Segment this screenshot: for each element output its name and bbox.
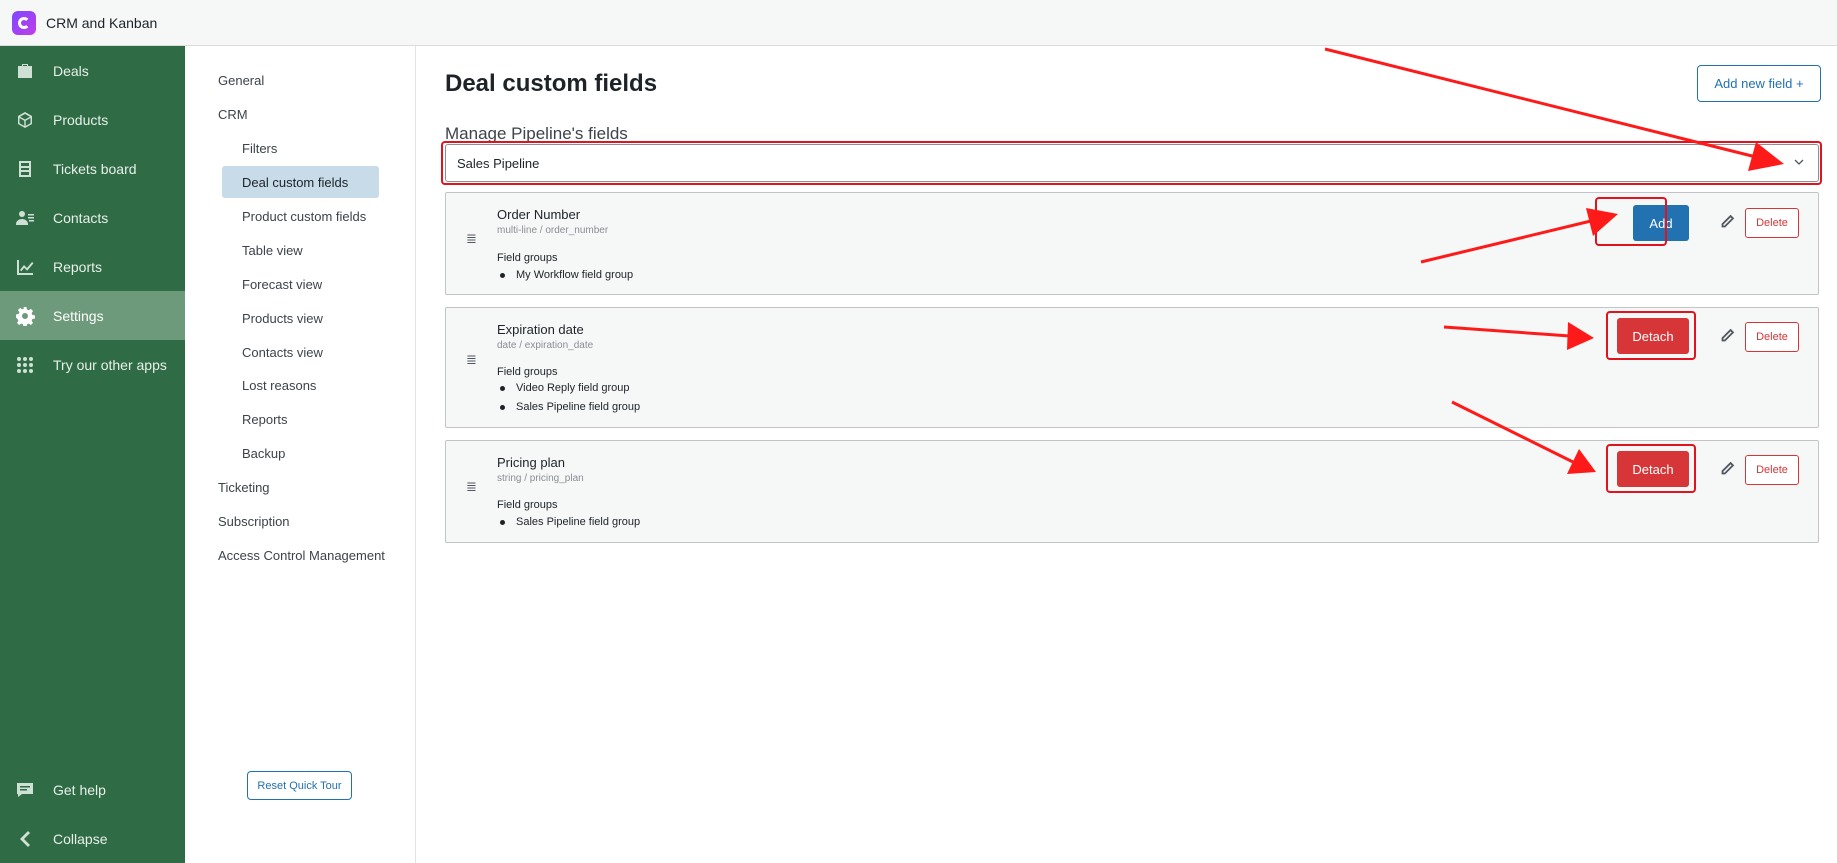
top-bar: CRM and Kanban (0, 0, 1837, 46)
chat-icon (14, 779, 36, 801)
delete-button[interactable]: Delete (1745, 208, 1799, 238)
subnav-subscription[interactable]: Subscription (218, 514, 290, 529)
subnav-ticketing[interactable]: Ticketing (218, 480, 270, 495)
subnav-products-view[interactable]: Products view (242, 311, 323, 326)
chart-icon (14, 256, 36, 278)
subnav-filters[interactable]: Filters (242, 141, 277, 156)
sidebar-item-label: Settings (53, 307, 104, 324)
sidebar-item-label: Get help (53, 781, 106, 798)
pencil-icon[interactable] (1718, 327, 1736, 345)
subnav-lost-reasons[interactable]: Lost reasons (242, 378, 316, 393)
field-group-item: Video Reply field group (500, 382, 630, 394)
sidebar-item-label: Reports (53, 258, 103, 275)
main-sidebar: Deals Products Tickets board Contacts Re… (0, 46, 185, 863)
sidebar-item-get-help[interactable]: Get help (0, 765, 185, 814)
field-name: Expiration date (497, 322, 584, 337)
pencil-icon[interactable] (1718, 460, 1736, 478)
pencil-icon[interactable] (1718, 213, 1736, 231)
field-card: ≣ Order Number multi-line / order_number… (445, 192, 1819, 295)
pipeline-select[interactable]: Sales Pipeline (445, 144, 1819, 182)
app-title: CRM and Kanban (46, 14, 158, 31)
cube-icon (14, 109, 36, 131)
field-name: Pricing plan (497, 455, 565, 470)
field-meta: multi-line / order_number (497, 225, 609, 236)
detach-button[interactable]: Detach (1617, 318, 1689, 354)
sidebar-item-label: Contacts (53, 209, 109, 226)
delete-button[interactable]: Delete (1745, 455, 1799, 485)
subnav-crm[interactable]: CRM (218, 107, 248, 122)
subnav-product-custom-fields[interactable]: Product custom fields (242, 209, 366, 224)
sidebar-item-label: Tickets board (53, 160, 137, 177)
subnav-backup[interactable]: Backup (242, 446, 285, 461)
sidebar-item-label: Try our other apps (53, 356, 167, 373)
field-name: Order Number (497, 207, 581, 222)
chevron-left-icon (14, 828, 36, 850)
field-card: ≣ Pricing plan string / pricing_plan Fie… (445, 440, 1819, 543)
sidebar-item-label: Collapse (53, 830, 108, 847)
field-group-item: Sales Pipeline field group (499, 401, 641, 413)
field-group-item: My Workflow field group (499, 269, 634, 281)
sidebar-item-label: Products (53, 111, 109, 128)
detach-button[interactable]: Detach (1617, 451, 1689, 487)
field-meta: date / expiration_date (497, 340, 594, 351)
subnav-forecast-view[interactable]: Forecast view (242, 277, 322, 292)
sidebar-item-reports[interactable]: Reports (0, 242, 185, 291)
inbox-icon (14, 158, 36, 180)
drag-handle-icon[interactable]: ≣ (466, 352, 477, 368)
subnav-access-control[interactable]: Access Control Management (218, 548, 385, 563)
briefcase-icon (14, 60, 36, 82)
sidebar-item-try-other-apps[interactable]: Try our other apps (0, 340, 185, 389)
subnav-deal-custom-fields[interactable]: Deal custom fields (242, 175, 348, 190)
main-content: Deal custom fields Add new field + Manag… (416, 46, 1837, 863)
contacts-icon (14, 207, 36, 229)
chevron-down-icon (1794, 159, 1804, 165)
sidebar-item-collapse[interactable]: Collapse (0, 814, 185, 863)
subnav-table-view[interactable]: Table view (242, 243, 303, 258)
grid-icon (14, 354, 36, 376)
sidebar-item-label: Deals (53, 62, 89, 79)
sidebar-item-deals[interactable]: Deals (0, 46, 185, 95)
sidebar-item-tickets-board[interactable]: Tickets board (0, 144, 185, 193)
pipeline-select-value: Sales Pipeline (457, 155, 540, 171)
drag-handle-icon[interactable]: ≣ (466, 231, 477, 247)
drag-handle-icon[interactable]: ≣ (466, 479, 477, 495)
gear-icon (14, 305, 36, 327)
subnav-contacts-view[interactable]: Contacts view (242, 345, 323, 360)
add-new-field-button[interactable]: Add new field + (1697, 65, 1821, 102)
sidebar-item-contacts[interactable]: Contacts (0, 193, 185, 242)
delete-button[interactable]: Delete (1745, 322, 1799, 352)
add-button[interactable]: Add (1633, 205, 1689, 241)
page-title: Deal custom fields (445, 70, 658, 97)
field-group-item: Sales Pipeline field group (499, 516, 641, 528)
app-logo-icon (12, 10, 36, 35)
sidebar-item-products[interactable]: Products (0, 95, 185, 144)
field-groups-label: Field groups (497, 252, 558, 264)
sidebar-item-settings[interactable]: Settings (0, 291, 185, 340)
settings-subnav: General CRM Filters Deal custom fields P… (185, 46, 416, 863)
reset-quick-tour-button[interactable]: Reset Quick Tour (247, 771, 352, 800)
field-groups-label: Field groups (497, 499, 558, 511)
sidebar-bottom: Get help Collapse (0, 765, 185, 863)
subnav-general[interactable]: General (218, 73, 264, 88)
field-meta: string / pricing_plan (497, 473, 584, 484)
section-title: Manage Pipeline's fields (445, 124, 628, 143)
field-groups-label: Field groups (497, 366, 558, 378)
subnav-reports[interactable]: Reports (242, 412, 288, 427)
field-card: ≣ Expiration date date / expiration_date… (445, 307, 1819, 428)
